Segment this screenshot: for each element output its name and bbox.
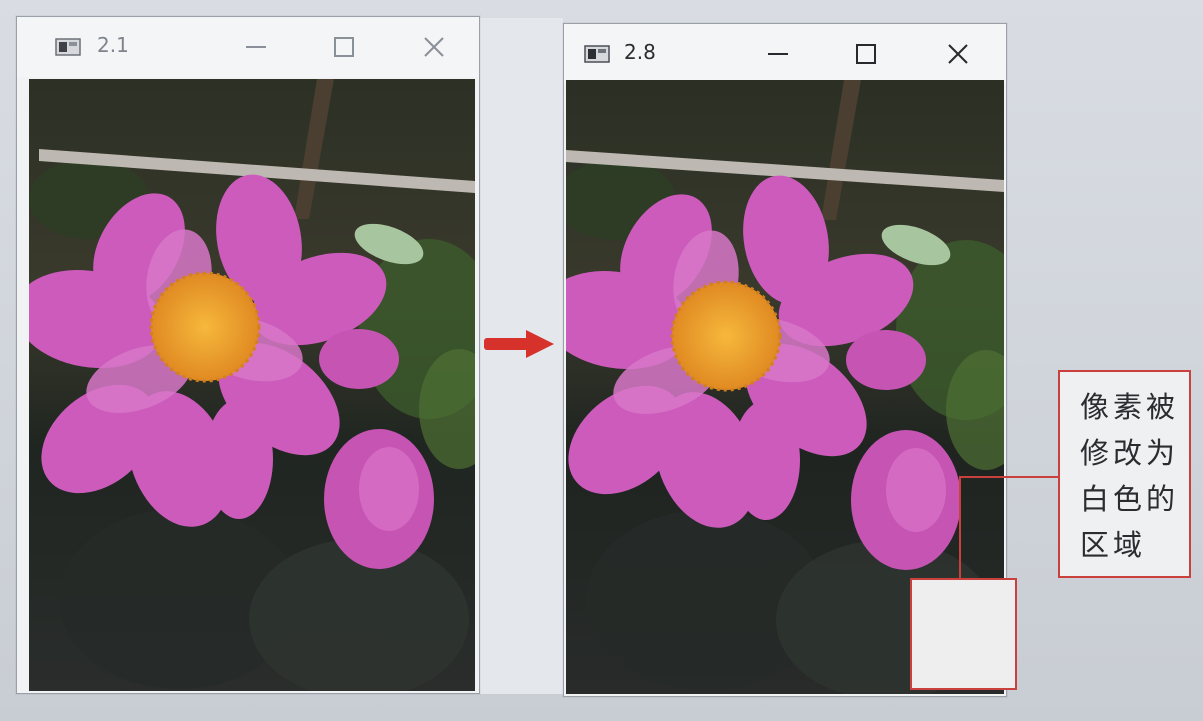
flower-photo-original: [29, 79, 475, 691]
image-window-left: 2.1: [16, 16, 480, 694]
annotation-line: 修改为: [1080, 436, 1180, 470]
title-bar[interactable]: 2.1: [17, 17, 479, 77]
peony-image: [29, 79, 475, 691]
minimize-button[interactable]: [239, 31, 273, 63]
window-app-icon: [584, 45, 610, 63]
maximize-button[interactable]: [849, 38, 883, 70]
close-button[interactable]: [941, 38, 975, 70]
maximize-button[interactable]: [327, 31, 361, 63]
window-app-icon: [55, 38, 81, 56]
maximize-icon: [856, 44, 876, 64]
right-arrow-icon: [484, 330, 554, 358]
annotation-callout: 像素被 修改为 白色的 区域: [1058, 370, 1191, 578]
minimize-icon: [246, 46, 266, 48]
close-button[interactable]: [417, 31, 451, 63]
title-bar[interactable]: 2.8: [564, 24, 1006, 84]
close-icon: [424, 37, 444, 57]
annotation-line: 白色的: [1080, 482, 1180, 516]
maximize-icon: [334, 37, 354, 57]
minimize-button[interactable]: [761, 38, 795, 70]
modified-white-region: [910, 578, 1017, 690]
minimize-icon: [768, 53, 788, 55]
window-title: 2.8: [624, 40, 656, 64]
annotation-line: 区域: [1080, 528, 1147, 562]
annotation-line: 像素被: [1080, 390, 1180, 424]
close-icon: [948, 44, 968, 64]
window-title: 2.1: [97, 33, 129, 57]
